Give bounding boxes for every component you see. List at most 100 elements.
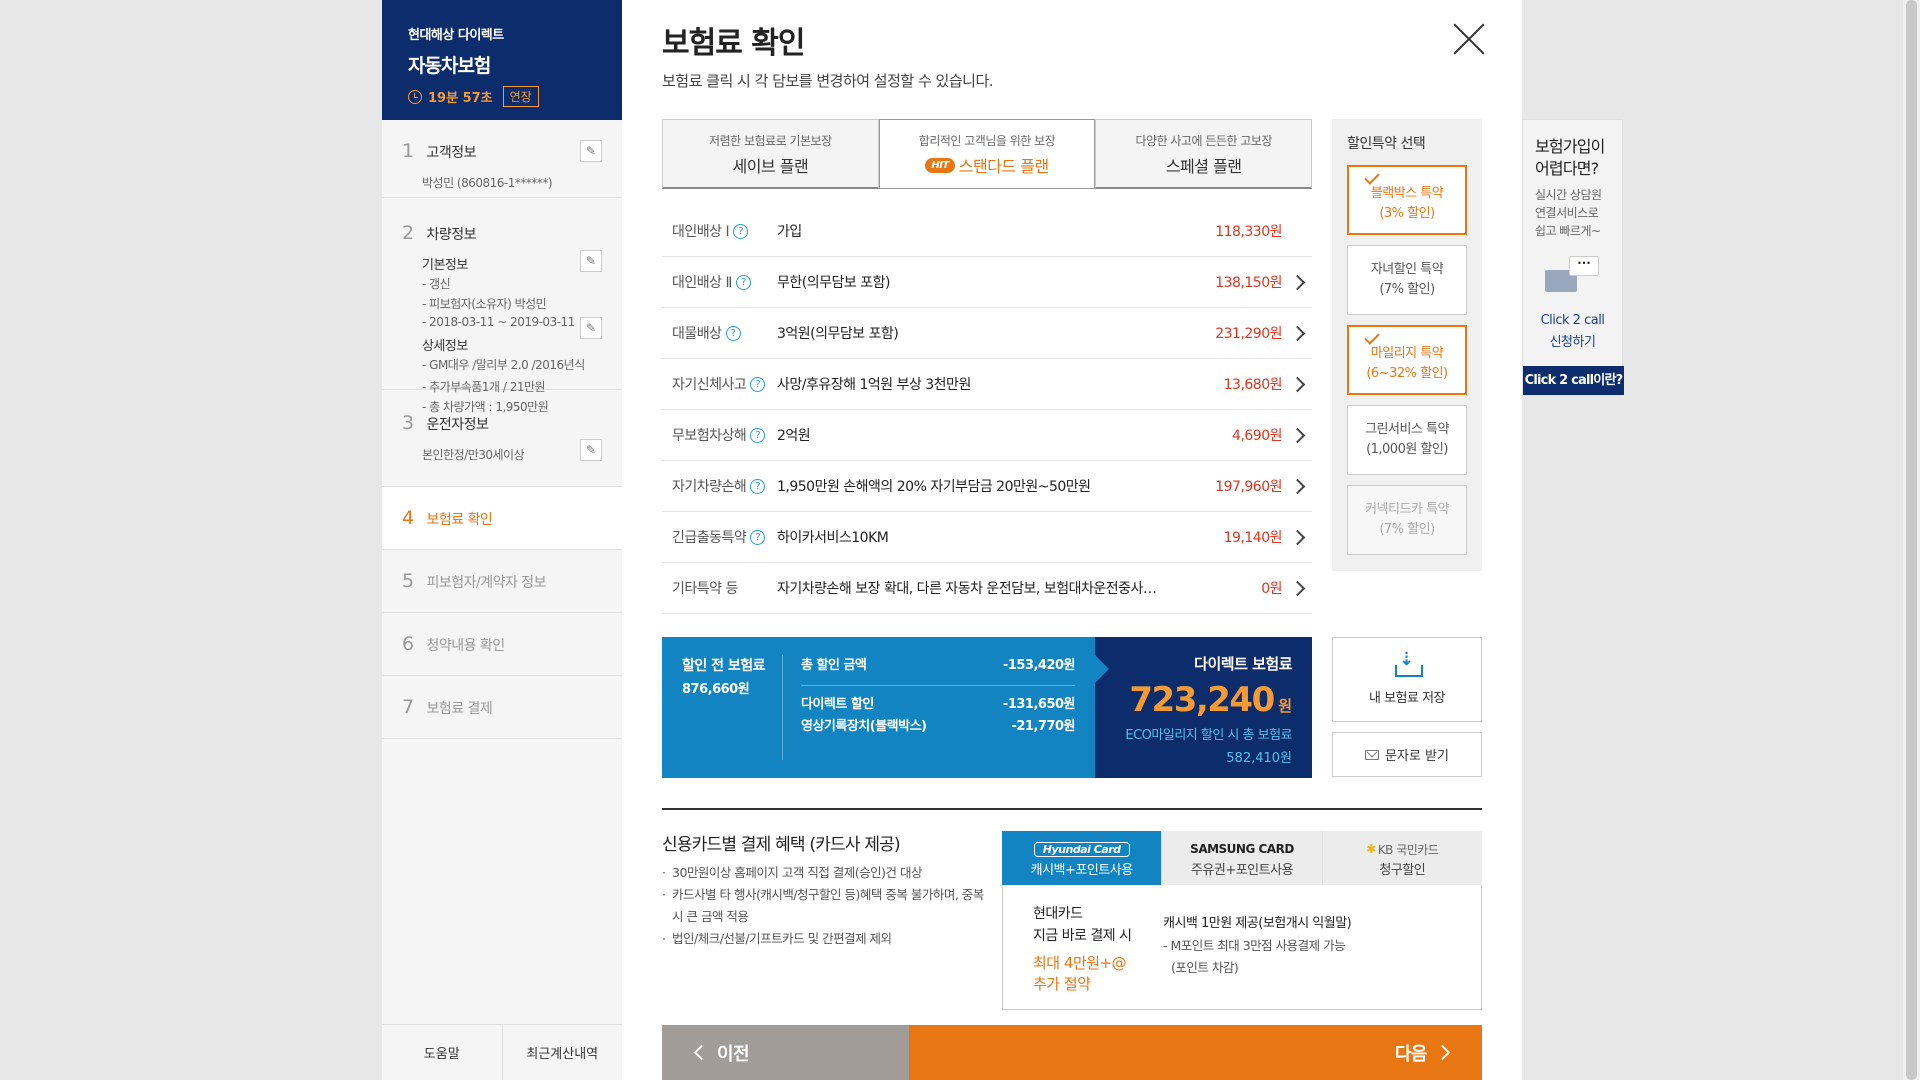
edit-customer-button[interactable]: ✎ [580, 140, 602, 162]
help-icon[interactable]: ? [733, 223, 749, 239]
coverage-row[interactable]: 대인배상 Ⅰ? 가입 118,330원 [662, 206, 1312, 257]
widget-title: 어렵다면? [1535, 159, 1599, 178]
tab-save-plan[interactable]: 저렴한 보험료로 기본보장 세이브 플랜 [662, 119, 879, 189]
chevron-right-icon[interactable] [1282, 527, 1312, 547]
step-number: 5 [402, 570, 415, 592]
coverage-row[interactable]: 대인배상 Ⅱ? 무한(의무담보 포함) 138,150원 [662, 257, 1312, 308]
help-icon[interactable]: ? [735, 274, 751, 290]
coverage-value: 하이카서비스10KM [777, 530, 889, 546]
step-vehicle-info[interactable]: 2 차량정보 기본정보 ✎ - 갱신 - 피보험자(소유자) 박성민 - 201… [382, 198, 622, 414]
card-benefit-line: 현대카드 [1033, 906, 1083, 922]
edit-driver-button[interactable]: ✎ [580, 439, 602, 461]
card-tab-label: 주유권+포인트사용 [1190, 863, 1294, 878]
coverage-name: 자기차량손해 [672, 479, 747, 495]
help-icon[interactable]: ? [750, 376, 766, 392]
child-discount-option[interactable]: 자녀할인 특약 (7% 할인) [1347, 245, 1467, 315]
chevron-right-icon[interactable] [1282, 323, 1312, 343]
click2call-widget[interactable]: 보험가입이 어렵다면? 실시간 상담원 연결서비스로 쉽고 빠르게~ ··· C… [1522, 119, 1624, 396]
hit-badge: HIT [925, 157, 955, 173]
page-scrollbar[interactable] [1903, 0, 1920, 1080]
green-service-discount-option[interactable]: 그린서비스 특약 (1,000원 할인) [1347, 405, 1467, 475]
blackbox-discount-value: -21,770원 [1011, 719, 1075, 734]
chevron-right-icon[interactable] [1282, 578, 1312, 598]
extend-session-button[interactable]: 연장 [502, 86, 539, 107]
next-button[interactable]: 다음 [909, 1025, 1482, 1080]
discount-options: 할인특약 선택 블랙박스 특약 (3% 할인) 자녀할인 특약 (7% 할인) … [1332, 119, 1482, 571]
mileage-discount-option[interactable]: 마일리지 특약 (6~32% 할인) [1347, 325, 1467, 395]
coverage-price: 138,150원 [1215, 275, 1282, 291]
coverage-row[interactable]: 기타특약 등 자기차량손해 보장 확대, 다른 자동차 운전담보, 보험대차운전… [662, 563, 1312, 614]
step-title: 차량정보 [426, 227, 476, 243]
step-title: 보험료 확인 [426, 512, 493, 528]
coverage-price: 231,290원 [1215, 326, 1282, 342]
step-subscription-check[interactable]: 6 청약내용 확인 [382, 613, 622, 676]
check-icon [1364, 169, 1380, 185]
help-icon[interactable]: ? [750, 427, 766, 443]
step-insured-info[interactable]: 5 피보험자/계약자 정보 [382, 550, 622, 613]
coverage-name: 대인배상 Ⅱ [672, 275, 732, 291]
coverage-row[interactable]: 자기차량손해? 1,950만원 손해액의 20% 자기부담금 20만원~50만원… [662, 461, 1312, 512]
recent-calc-button[interactable]: 최근계산내역 [501, 1025, 623, 1080]
tab-kb-card[interactable]: ✱ KB 국민카드 청구할인 [1321, 831, 1482, 885]
coverage-row[interactable]: 무보험차상해? 2억원 4,690원 [662, 410, 1312, 461]
help-icon[interactable]: ? [750, 529, 766, 545]
card-benefit-line: (포인트 차감) [1171, 960, 1239, 975]
chevron-left-icon [693, 1044, 710, 1061]
driver-detail: 본인한정/만30세이상 [422, 448, 525, 462]
tab-standard-plan[interactable]: 합리적인 고객님을 위한 보장 HIT 스탠다드 플랜 [878, 119, 1096, 189]
edit-vehicle-basic-button[interactable]: ✎ [580, 250, 602, 272]
chevron-right-icon[interactable] [1282, 425, 1312, 445]
plan-name: 세이브 플랜 [732, 157, 809, 176]
total-discount-label: 총 할인 금액 [801, 658, 867, 673]
card-note: 법인/체크/선불/기프트카드 및 간편결제 제외 [662, 928, 992, 950]
save-premium-button[interactable]: 내 보험료 저장 [1332, 637, 1482, 722]
premium-before-discount: 할인 전 보험료 876,660원 [682, 655, 782, 760]
help-icon[interactable]: ? [725, 325, 741, 341]
step-driver-info[interactable]: 3 운전자정보 ✎ 본인한정/만30세이상 [382, 390, 622, 487]
progress-sidebar: 현대해상 다이렉트 자동차보험 19분 57초 연장 1 고객정보 ✎ 박성민 … [382, 0, 622, 1080]
discount-rate: (1,000원 할인) [1366, 442, 1448, 457]
click2call-info-button[interactable]: Click 2 call이란? [1523, 366, 1624, 395]
coverage-value: 3억원(의무담보 포함) [777, 326, 899, 342]
blackbox-discount-option[interactable]: 블랙박스 특약 (3% 할인) [1347, 165, 1467, 235]
chevron-right-icon[interactable] [1282, 476, 1312, 496]
coverage-row[interactable]: 자기신체사고? 사망/후유장해 1억원 부상 3천만원 13,680원 [662, 359, 1312, 410]
discount-name: 마일리지 특약 [1370, 346, 1444, 361]
close-icon[interactable] [1452, 22, 1486, 56]
discount-rate: (7% 할인) [1379, 282, 1435, 297]
premium-summary: 할인 전 보험료 876,660원 총 할인 금액 -153,420원 다이렉트 … [662, 637, 1312, 778]
kb-star-icon: ✱ [1366, 842, 1376, 856]
discount-details: 총 할인 금액 -153,420원 다이렉트 할인 -131,650원 영상기록장치… [801, 655, 1076, 760]
edit-vehicle-detail-button[interactable]: ✎ [580, 317, 602, 339]
discount-name: 블랙박스 특약 [1370, 186, 1444, 201]
tab-special-plan[interactable]: 다양한 사고에 든든한 고보장 스페셜 플랜 [1095, 119, 1313, 189]
step-premium-check[interactable]: 4 보험료 확인 [382, 487, 622, 550]
sms-button[interactable]: 문자로 받기 [1332, 732, 1482, 777]
tab-hyundai-card[interactable]: Hyundai Card 캐시백+포인트사용 [1002, 831, 1162, 885]
coverage-row[interactable]: 긴급출동특약? 하이카서비스10KM 19,140원 [662, 512, 1312, 563]
card-benefit-detail: 현대카드 지금 바로 결제 시 최대 4만원+@ 추가 절약 캐시백 1만원 제… [1002, 885, 1482, 1010]
prev-button[interactable]: 이전 [662, 1025, 909, 1080]
chevron-right-icon[interactable] [1282, 374, 1312, 394]
help-button[interactable]: 도움말 [382, 1025, 502, 1080]
save-premium-label: 내 보험료 저장 [1368, 691, 1446, 706]
sms-label: 문자로 받기 [1385, 749, 1449, 764]
scrollbar-thumb[interactable] [1906, 0, 1917, 1080]
tab-samsung-card[interactable]: SAMSUNG CARD 주유권+포인트사용 [1161, 831, 1322, 885]
help-icon[interactable]: ? [750, 478, 766, 494]
step-title: 운전자정보 [426, 417, 489, 433]
step-payment[interactable]: 7 보험료 결제 [382, 676, 622, 739]
plan-description: 다양한 사고에 든든한 고보장 [1135, 134, 1272, 148]
widget-subtitle: 쉽고 빠르게~ [1535, 224, 1601, 238]
coverage-value: 가입 [777, 224, 802, 240]
connected-car-discount-option[interactable]: 커넥티드카 특약 (7% 할인) [1347, 485, 1467, 555]
discount-rate: (6~32% 할인) [1366, 366, 1448, 381]
coverage-name: 대인배상 Ⅰ [672, 224, 730, 240]
download-icon [1393, 649, 1423, 677]
step-customer-info[interactable]: 1 고객정보 ✎ 박성민 (860816-1******) [382, 120, 622, 198]
card-notes: 30만원이상 홈페이지 고객 직접 결제(승인)건 대상 카드사별 타 행사(캐… [662, 862, 992, 950]
chevron-right-icon[interactable] [1282, 272, 1312, 292]
card-tab-label: 캐시백+포인트사용 [1030, 863, 1134, 878]
clock-icon [408, 89, 422, 104]
coverage-row[interactable]: 대물배상? 3억원(의무담보 포함) 231,290원 [662, 308, 1312, 359]
